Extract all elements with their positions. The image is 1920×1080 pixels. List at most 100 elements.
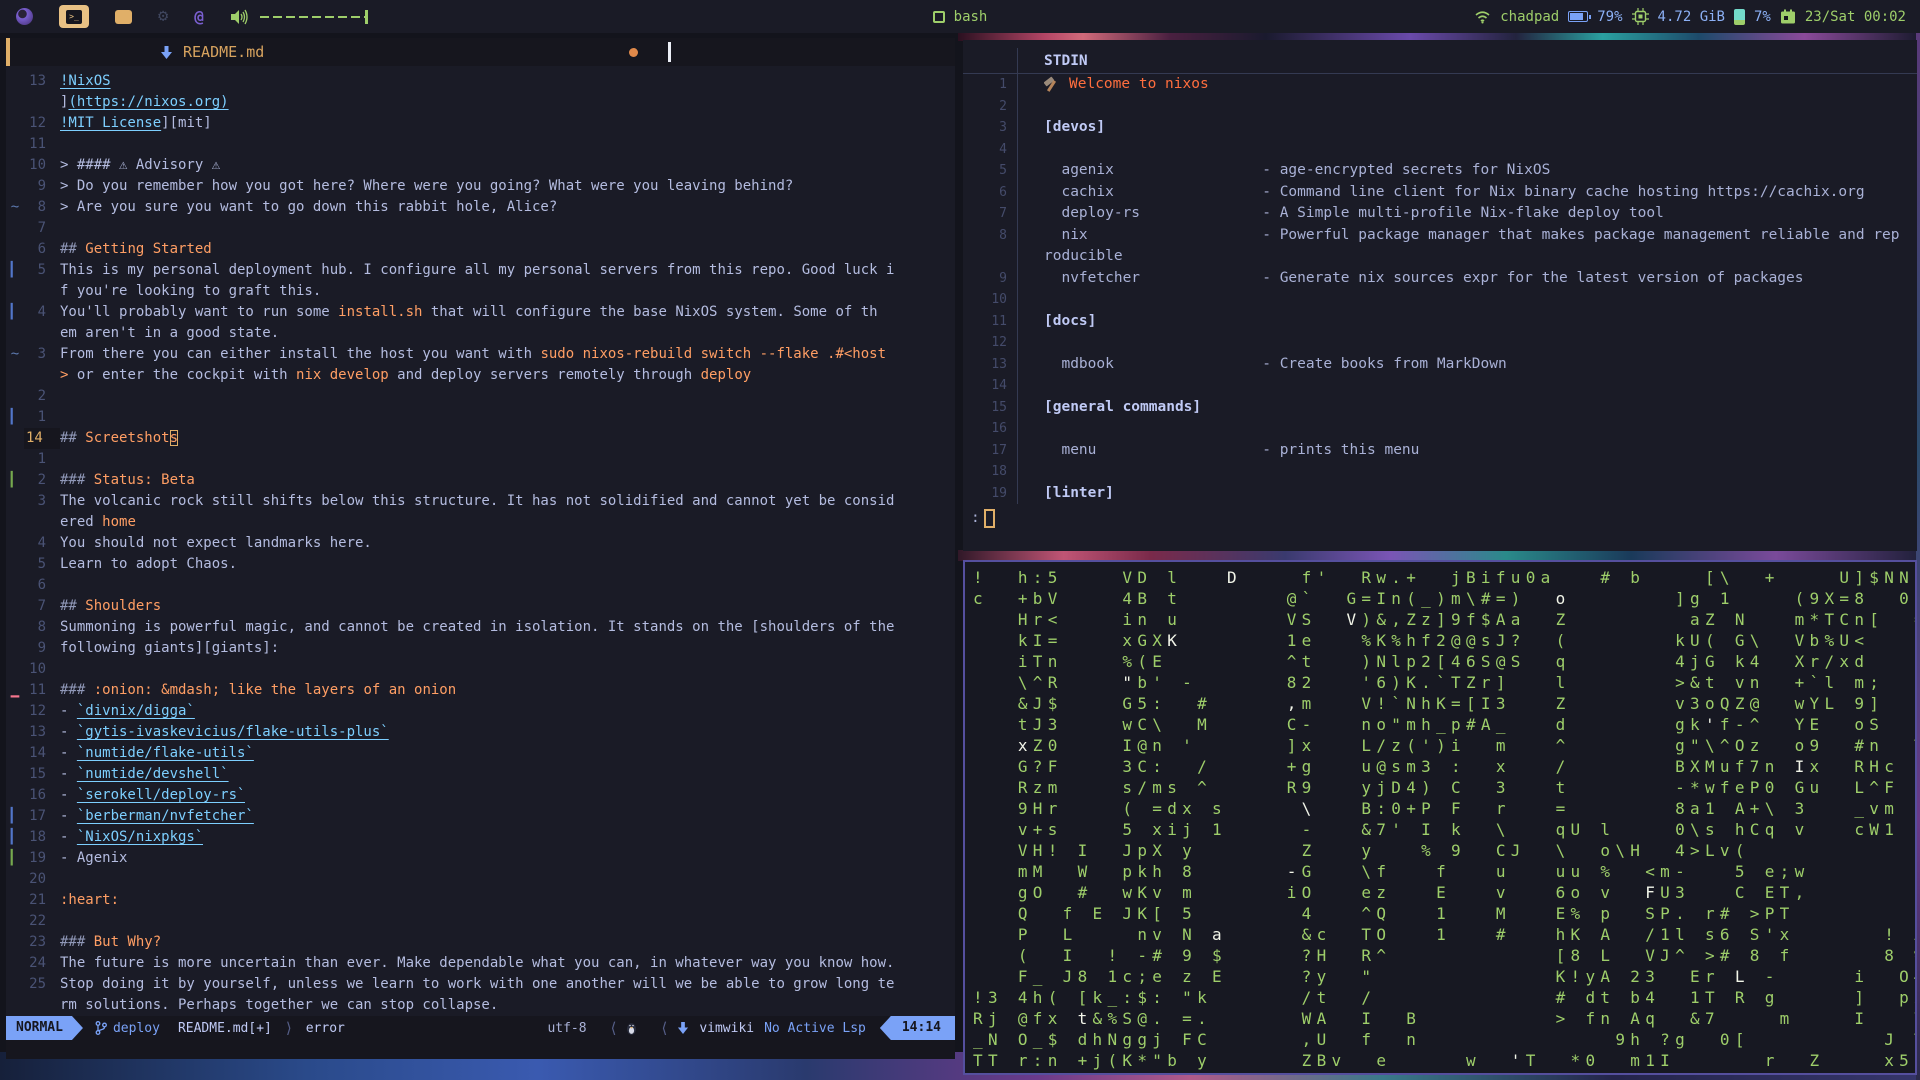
pager-gutter-divider	[1017, 353, 1018, 375]
terminal-icon: >_	[66, 9, 82, 24]
tabline-accent-bar	[6, 38, 10, 66]
pager-body[interactable]: 1 Welcome to nixos 2 3 [devos] 4 5 agenix - ag…	[963, 74, 1917, 504]
line-text: From there you can either install the ho…	[60, 346, 887, 362]
line-text: following giants][giants]:	[60, 640, 280, 656]
editor-buffer[interactable]: 13 !NixOS ](https://nixos.org) 12 !MIT Lic…	[6, 66, 955, 1016]
cpu-icon	[1631, 8, 1649, 25]
editor-line: f you're looking to graft this.	[6, 281, 955, 302]
editor-line: ▎ 4 You'll probably want to run some insta…	[6, 302, 955, 323]
volume-control[interactable]	[230, 9, 368, 25]
sign-column	[6, 323, 24, 344]
pager-line: 7 deploy-rs - A Simple multi-profile Nix…	[963, 203, 1917, 225]
wifi-icon	[1475, 10, 1490, 23]
editor-line: 6 ## Getting Started	[6, 239, 955, 260]
line-number: 12	[29, 703, 46, 719]
pager-prompt[interactable]: :	[963, 506, 1917, 530]
chat-workspace-icon[interactable]	[115, 9, 132, 24]
pager-line: 16	[963, 418, 1917, 440]
sign-column	[6, 995, 24, 1016]
sign-column	[6, 869, 24, 890]
line-number	[24, 323, 60, 344]
battery-percent: 79%	[1597, 8, 1623, 25]
line-text: You'll probably want to run some install…	[60, 304, 878, 320]
line-number: 3	[37, 493, 46, 509]
sign-column: ▁	[10, 682, 20, 698]
editor-tabline: README.md	[6, 38, 955, 66]
pager-line: 9 nvfetcher - Generate nix sources expr …	[963, 267, 1917, 289]
matrix-row: !3 4h( [k_:$: "k /t / # dt b4 1T R g ] p…	[973, 988, 1915, 1007]
editor-line: 13 !NixOS	[6, 71, 955, 92]
pager-gutter-divider	[1017, 310, 1018, 332]
volume-slider[interactable]	[259, 9, 368, 24]
editor-line: > or enter the cockpit with nix develop …	[6, 365, 955, 386]
pager-gutter-divider	[1017, 117, 1018, 139]
line-number	[24, 281, 60, 302]
editor-line: 15 - `numtide/devshell`	[6, 764, 955, 785]
line-text: The future is more uncertain than ever. …	[60, 955, 895, 971]
line-text: ## Shoulders	[60, 598, 162, 614]
pager-line-text: deploy-rs - A Simple multi-profile Nix-f…	[1044, 205, 1664, 221]
line-text: !MIT License][mit]	[60, 115, 212, 131]
system-tray: chadpad 79% 4.72 GiB 7% 23/Sat 00:02	[1474, 8, 1920, 25]
terminal-workspace-active[interactable]: >_	[59, 5, 89, 28]
sign-column	[6, 113, 24, 134]
line-number: 14	[29, 745, 46, 761]
sign-column	[6, 428, 24, 449]
editor-window[interactable]: README.md 13 !NixOS ](https://nixos.org) …	[6, 38, 955, 1059]
gear-workspace-icon[interactable]: ⚙	[158, 8, 168, 25]
pager-line-text: Welcome to nixos	[1044, 74, 1209, 96]
pager-line-text: mdbook - Create books from MarkDown	[1044, 355, 1507, 372]
line-number: 10	[29, 661, 46, 677]
network-name: chadpad	[1500, 8, 1560, 25]
line-number	[24, 365, 60, 386]
memory-usage: 4.72 GiB	[1657, 8, 1725, 25]
pager-window[interactable]: STDIN 1 Welcome to nixos 2 3 [devos] 4 5 ageni…	[963, 40, 1917, 551]
ram-icon	[1733, 8, 1745, 25]
matrix-row: v+s 5 xij 1 - &7' I k \ qU l 0\s hCq v c…	[1017, 820, 1900, 839]
editor-line: 24 The future is more uncertain than ever…	[6, 953, 955, 974]
editor-line: 14 ## Screetshots	[6, 428, 955, 449]
line-text: > Are you sure you want to go down this …	[60, 199, 558, 215]
at-workspace-icon[interactable]: @	[194, 7, 204, 26]
matrix-row: \^R "b' - 82 '6)K.`TZr] l >&t vn +`l m; …	[1017, 673, 1915, 692]
pager-gutter-divider	[1017, 396, 1018, 418]
clock: 23/Sat 00:02	[1804, 8, 1906, 25]
git-branch: deploy	[95, 1021, 160, 1036]
sign-column: ▎	[10, 262, 20, 278]
pager-line: 2	[963, 95, 1917, 117]
matrix-terminal-window[interactable]: ! h:5 VD l D f' Rw.+ jBifu0a # b [\ + U]…	[963, 560, 1917, 1075]
pager-line-text: nvfetcher - Generate nix sources expr fo…	[1044, 269, 1804, 286]
tab-readme[interactable]: README.md	[160, 38, 638, 66]
line-text: > Do you remember how you got here? Wher…	[60, 178, 794, 194]
pager-line-number: 3	[999, 120, 1007, 135]
line-text: > #### ⚠ Advisory ⚠	[60, 157, 221, 173]
pager-gutter-divider	[1017, 418, 1018, 440]
editor-line: ▁ 11 ### :onion: &mdash; like the layers o…	[6, 680, 955, 701]
line-text: rm solutions. Perhaps together we can st…	[60, 997, 499, 1013]
line-number: 13	[29, 724, 46, 740]
pager-line-text: menu - prints this menu	[1044, 441, 1420, 458]
line-text: You should not expect landmarks here.	[60, 535, 372, 551]
sign-column: ~	[10, 199, 20, 215]
line-number: 7	[37, 220, 46, 236]
editor-line: ▎ 1	[6, 407, 955, 428]
pager-gutter-divider	[1017, 332, 1018, 354]
firefox-workspace-icon[interactable]	[16, 8, 33, 25]
pager-gutter-divider	[1017, 289, 1018, 311]
cursor-position: 14:14	[879, 1016, 955, 1040]
sign-column	[6, 701, 24, 722]
matrix-row: ( I ! -# 9 $ ?H R^ [8 L VJ^ ># 8 f 8 %	[1017, 946, 1915, 965]
matrix-row: Rzm s/ms ^ R9 yjD4) C 3 t -*wfeP0 Gu L^F	[1017, 778, 1900, 797]
editor-line: ▎ 19 - Agenix	[6, 848, 955, 869]
line-number: 14	[24, 428, 60, 449]
sign-column	[6, 155, 24, 176]
pager-gutter-divider	[1017, 160, 1018, 182]
sign-column: ▎	[10, 829, 20, 845]
pager-line: 12	[963, 332, 1917, 354]
editor-line: ▎ 2 ### Status: Beta	[6, 470, 955, 491]
linux-penguin-icon	[627, 1022, 637, 1035]
volume-slider-handle[interactable]	[364, 9, 368, 24]
pager-line-text: cachix - Command line client for Nix bin…	[1044, 183, 1865, 200]
sign-column	[6, 785, 24, 806]
line-number: 7	[37, 598, 46, 614]
